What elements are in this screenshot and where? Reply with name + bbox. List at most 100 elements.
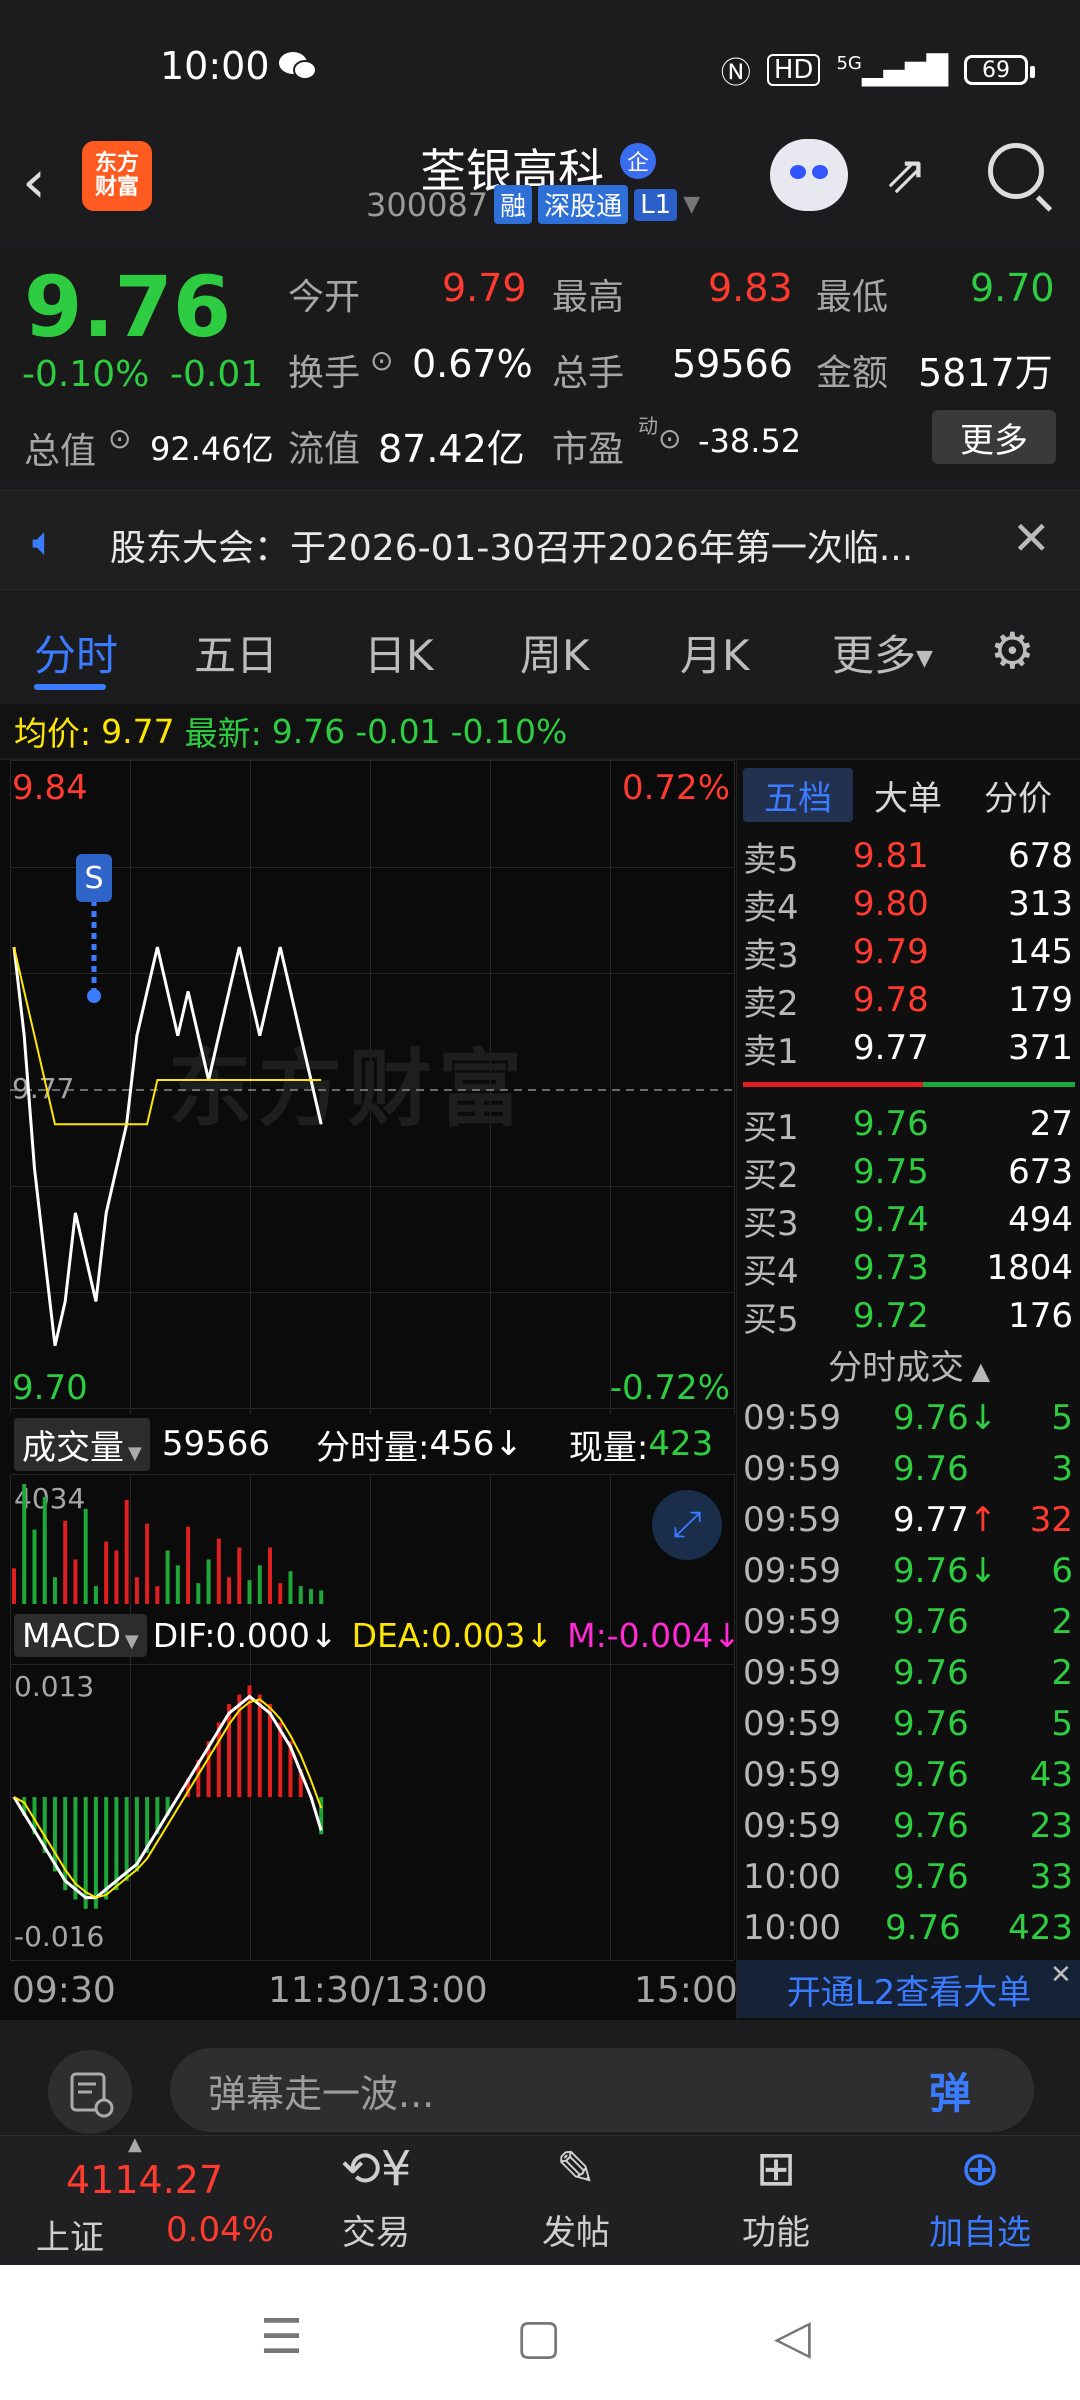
app-logo[interactable]: 东方 财富 [82,141,152,211]
danmaku-input[interactable]: 弹幕走一波... 弹 [170,2048,1034,2132]
volume-bar [216,1538,221,1604]
macd-selector[interactable]: MACD ▼ [14,1613,147,1657]
tab-intraday[interactable]: 分时 [34,622,118,683]
time-end: 15:00 [634,1970,738,2011]
volume-label: 总手 [552,353,625,394]
ask-label: 卖3 [743,935,799,976]
ask-row[interactable]: 卖3 9.79 145 [743,928,1073,976]
ask-label: 卖2 [743,983,799,1024]
intraday-chart[interactable]: 9.84 0.72% 9.70 -0.72% 9.77 东方财富 S 成交量 ▼ … [0,760,741,2020]
volume-bar [12,1568,16,1604]
latest-change: -0.01 [355,711,441,751]
tab-monthly-k[interactable]: 月K [680,622,750,683]
back-button[interactable]: ‹ [22,147,46,217]
wechat-icon [279,52,317,80]
pe-superscript: 动 [638,414,658,438]
float-label: 流值 [288,429,361,470]
ask-row[interactable]: 卖1 9.77 371 [743,1024,1073,1072]
ask-row[interactable]: 卖4 9.80 313 [743,880,1073,928]
nav-post[interactable]: ✎ 发帖 [506,2136,646,2266]
nav-trade[interactable]: ⟲¥ 交易 [306,2136,446,2266]
home-icon[interactable]: ▢ [516,2309,561,2365]
turnover-info-icon[interactable]: ⊙ [370,344,393,377]
chevron-down-icon: ▼ [124,1630,139,1652]
close-l2-icon[interactable]: ✕ [1050,1960,1080,1990]
trade-row: 09:59 9.76 43 [743,1749,1073,1800]
float-value: 87.42亿 [378,427,525,471]
bid-volume: 673 [1008,1152,1073,1192]
ask-row[interactable]: 卖5 9.81 678 [743,832,1073,880]
bid-row[interactable]: 买4 9.73 1804 [743,1244,1073,1292]
index-change: 0.04% [166,2210,275,2250]
trades-title[interactable]: 分时成交 ▲ [737,1340,1080,1389]
macd-m: M:-0.004 [567,1615,714,1655]
robot-assistant-icon[interactable] [770,139,848,211]
trade-volume: 2 [1051,1652,1073,1693]
ask-label: 卖5 [743,839,799,880]
trade-price: 9.76 [893,1703,969,1744]
l2-link[interactable]: 开通L2查看大单 [737,1960,1080,2018]
volume-bar [165,1550,170,1604]
gear-icon[interactable]: ⚙ [990,622,1035,680]
ask-volume: 371 [1008,1028,1073,1068]
ask-volume: 179 [1008,980,1073,1020]
trade-price: 9.76 [893,1754,969,1795]
bid-row[interactable]: 买3 9.74 494 [743,1196,1073,1244]
menu-icon[interactable]: ☰ [260,2309,303,2365]
tab-more[interactable]: 更多▼ [832,622,933,683]
chevron-down-icon: ▼ [916,646,933,671]
bid-row[interactable]: 买2 9.75 673 [743,1148,1073,1196]
volume-selector[interactable]: 成交量 ▼ [14,1417,150,1471]
latest-value: 9.76 [271,711,346,751]
nav-add-watchlist[interactable]: ⊕ 加自选 [910,2136,1050,2266]
index-widget[interactable]: ▲ 4114.27 上证 0.04% [0,2134,274,2266]
tab-five-day[interactable]: 五日 [194,622,278,683]
trade-price: 9.76 [885,1907,961,1948]
volume-now-label: 现量: [568,1427,649,1468]
search-icon[interactable] [988,143,1044,199]
svg-text:S: S [84,861,103,896]
system-nav-bar: ☰ ▢ ◁ [0,2265,1080,2400]
notice-text[interactable]: 股东大会：于2026-01-30召开2026年第一次临... [110,519,913,571]
volume-bar [134,1577,139,1604]
tag-level: L1 [634,188,678,221]
volume-bar [145,1523,150,1604]
close-icon[interactable]: ✕ [1012,511,1051,565]
pe-info-icon[interactable]: ⊙ [658,422,681,455]
trade-price: 9.76↓ [893,1550,998,1591]
bid-volume: 27 [1029,1104,1073,1144]
tab-daily-k[interactable]: 日K [364,622,434,683]
macd-bar [104,1797,109,1900]
edit-icon: ✎ [555,2141,597,2197]
trade-price: 9.76 [893,1448,969,1489]
stock-subtitle[interactable]: 300087 融 深股通 L1 ▼ [366,185,700,224]
danmaku-toggle-icon[interactable]: 弹 [900,2048,1000,2132]
yen-icon: ⟲¥ [340,2141,412,2197]
notice-bar[interactable]: 🔈︎ 股东大会：于2026-01-30召开2026年第一次临... ✕ [0,490,1080,590]
tab-weekly-k[interactable]: 周K [520,622,590,683]
trade-row: 10:00 9.76 423 [743,1902,1073,1953]
tab-big-orders[interactable]: 大单 [853,768,963,822]
ask-row[interactable]: 卖2 9.78 179 [743,976,1073,1024]
more-button[interactable]: 更多 [932,410,1056,464]
trade-volume: 2 [1051,1601,1073,1642]
trade-price: 9.76 [893,1601,969,1642]
trade-price: 9.76 [893,1856,969,1897]
down-arrow-icon: ↓ [309,1615,338,1655]
ask-price: 9.78 [853,980,929,1020]
nav-functions[interactable]: ⊞ 功能 [706,2136,846,2266]
comment-settings-icon[interactable] [48,2050,132,2134]
tab-price-distribution[interactable]: 分价 [963,768,1073,822]
share-icon[interactable]: ⇗ [884,145,928,205]
trade-volume: 32 [1029,1499,1073,1540]
back-nav-icon[interactable]: ◁ [774,2309,811,2365]
bid-row[interactable]: 买5 9.72 176 [743,1292,1073,1340]
comment-bar: 弹幕走一波... 弹 [0,2020,1080,2135]
mktcap-info-icon[interactable]: ⊙ [108,422,131,455]
bid-label: 买4 [743,1251,799,1292]
bid-row[interactable]: 买1 9.76 27 [743,1100,1073,1148]
volume-bar [319,1590,324,1604]
tab-five-levels[interactable]: 五档 [743,768,853,822]
volume-bar [73,1559,78,1604]
trade-time: 10:00 [743,1856,841,1897]
